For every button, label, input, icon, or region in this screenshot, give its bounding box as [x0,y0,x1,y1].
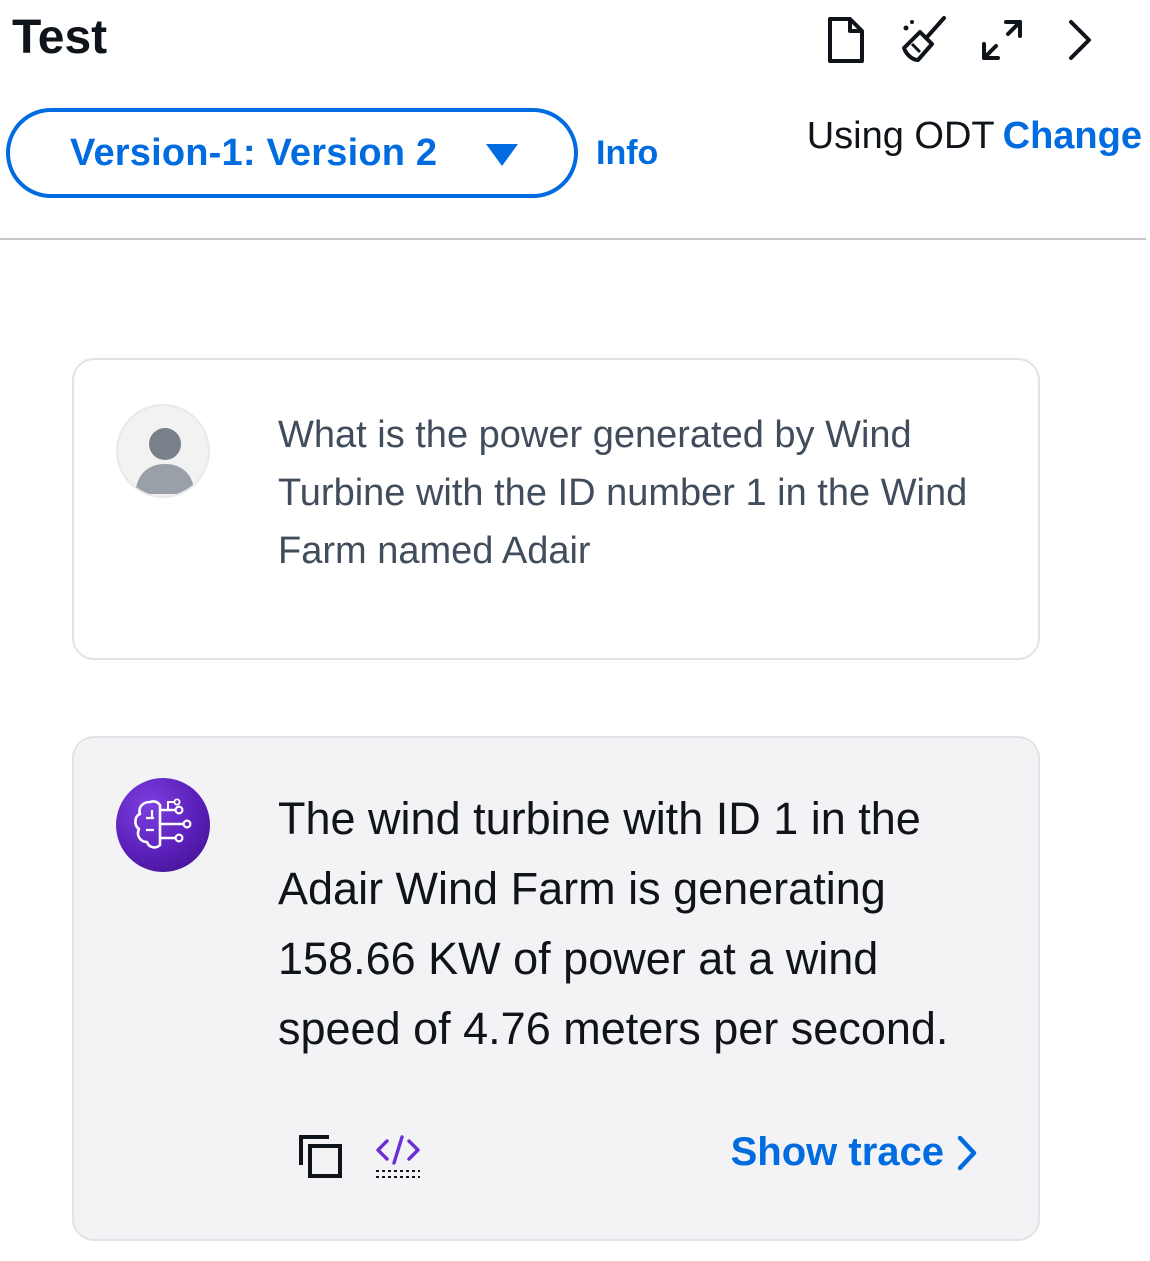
copy-icon[interactable] [292,1128,348,1184]
user-avatar-icon [116,404,210,498]
user-message: What is the power generated by Wind Turb… [72,358,1040,660]
change-link[interactable]: Change [1003,115,1142,157]
info-link[interactable]: Info [596,134,658,173]
show-trace-label: Show trace [730,1130,944,1174]
version-select-value: Version-1: Version 2 [70,131,438,174]
caret-down-icon [486,144,518,166]
broom-icon[interactable] [894,10,954,70]
chevron-right-icon [956,1134,978,1172]
version-select[interactable]: Version-1: Version 2 [6,108,578,198]
header-toolbar [798,10,1110,70]
show-trace-link[interactable]: Show trace [731,1130,978,1175]
model-row: Using ODT Change [807,112,1142,160]
panel-title: Test [12,11,108,64]
divider [0,238,1146,240]
message-actions [292,1128,448,1184]
expand-icon[interactable] [972,10,1032,70]
chevron-right-icon[interactable] [1050,10,1110,70]
using-model-text: Using ODT [806,115,995,157]
agent-message: The wind turbine with ID 1 in the Adair … [72,736,1040,1241]
agent-avatar-icon [116,778,210,872]
code-trace-icon[interactable] [370,1128,426,1184]
agent-message-text: The wind turbine with ID 1 in the Adair … [278,793,949,1054]
document-icon[interactable] [816,10,876,70]
user-message-text: What is the power generated by Wind Turb… [278,414,968,572]
